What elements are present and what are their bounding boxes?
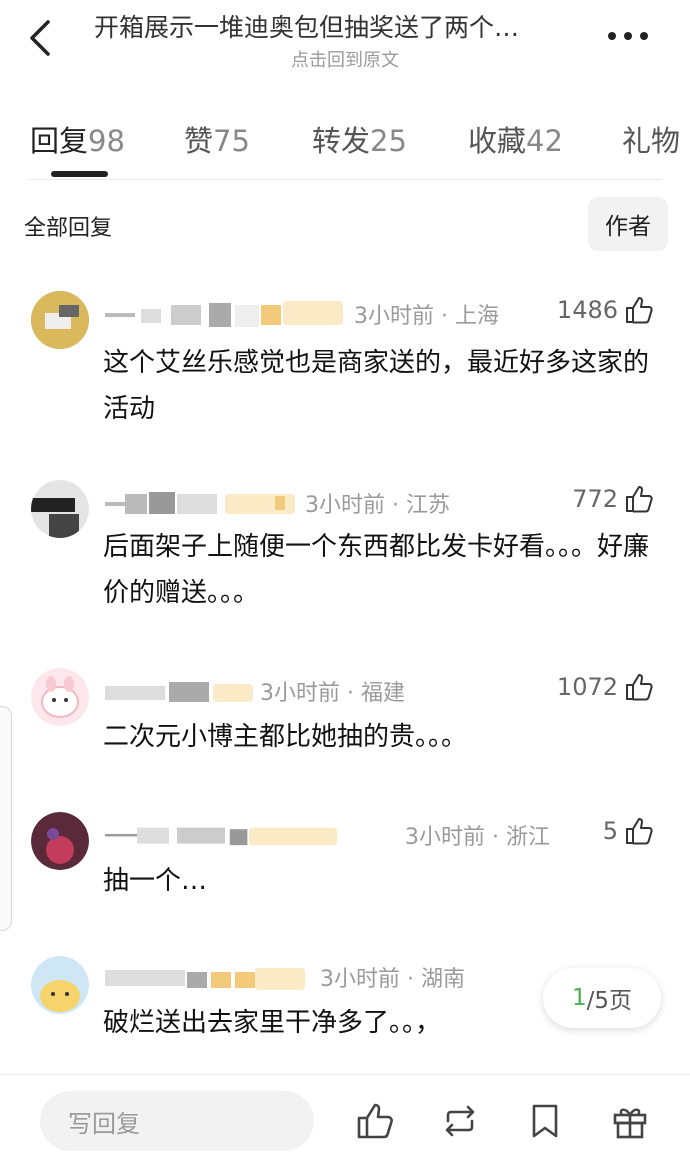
repost-icon[interactable]: [440, 1101, 480, 1141]
username-redacted[interactable]: [105, 820, 345, 848]
tab-count: 25: [370, 124, 407, 158]
tab-label: 转发: [312, 124, 371, 158]
avatar[interactable]: [31, 812, 89, 870]
tab-reposts[interactable]: 转发25: [312, 118, 407, 160]
like-count: 1486: [556, 296, 618, 324]
side-edge-handle[interactable]: [0, 706, 12, 931]
bookmark-icon[interactable]: [525, 1101, 565, 1141]
comment-text: 后面架子上随便一个东西都比发卡好看。。。好廉价的赠送。。。: [103, 532, 650, 608]
reply-input[interactable]: 写回复: [40, 1091, 314, 1151]
comment-meta: 3小时前 · 湖南: [320, 967, 465, 992]
tab-count: 42: [526, 124, 563, 158]
tab-favorites[interactable]: 收藏42: [468, 118, 563, 160]
tab-label: 收藏: [468, 124, 527, 158]
page-indicator[interactable]: 1/5页: [543, 968, 661, 1028]
comment-meta: 3小时前 · 浙江: [405, 825, 550, 850]
gift-icon[interactable]: [610, 1101, 650, 1141]
all-replies-label[interactable]: 全部回复: [24, 210, 112, 242]
tab-bar: 回复98 赞75 转发25 收藏42 礼物: [0, 104, 690, 180]
comment-text: 这个艾丝乐感觉也是商家送的，最近好多这家的活动: [103, 348, 650, 424]
tab-label: 回复: [30, 124, 89, 158]
back-to-original-link[interactable]: 点击回到原文: [0, 46, 690, 72]
avatar[interactable]: [31, 668, 89, 726]
bottom-action-bar: 写回复: [0, 1074, 690, 1171]
avatar[interactable]: [31, 956, 89, 1014]
like-count: 5: [602, 817, 618, 845]
comment-meta: 3小时前 · 上海: [354, 304, 499, 329]
top-nav-bar: 开箱展示一堆迪奥包但抽奖送了两个… 点击回到原文: [0, 0, 690, 90]
thumbs-up-icon: [626, 486, 653, 513]
like-button[interactable]: 1072: [557, 672, 654, 702]
thumbs-up-icon[interactable]: [355, 1101, 395, 1141]
thumbs-up-icon: [626, 818, 653, 845]
tabs-divider: [28, 179, 662, 180]
like-count: 772: [572, 485, 618, 513]
author-filter-button[interactable]: 作者: [588, 197, 668, 251]
comment-meta: 3小时前 · 福建: [260, 681, 405, 706]
username-redacted[interactable]: [105, 299, 345, 327]
post-title[interactable]: 开箱展示一堆迪奥包但抽奖送了两个…: [94, 8, 584, 44]
tab-likes[interactable]: 赞75: [184, 118, 250, 160]
tab-label: 礼物: [622, 124, 681, 158]
total-pages: /5页: [586, 988, 633, 1014]
thumbs-up-icon: [626, 674, 653, 701]
tab-count: 98: [88, 124, 125, 158]
tab-replies[interactable]: 回复98: [30, 118, 125, 160]
comment-meta: 3小时前 · 江苏: [305, 493, 450, 518]
comment-text: 二次元小博主都比她抽的贵。。。: [103, 722, 468, 752]
current-page: 1: [571, 985, 587, 1011]
like-button[interactable]: 1486: [557, 295, 654, 325]
comment-text: 抽一个…: [103, 866, 208, 896]
active-tab-indicator: [51, 171, 108, 177]
username-redacted[interactable]: [105, 962, 345, 990]
avatar[interactable]: [31, 291, 89, 349]
tab-label: 赞: [184, 124, 214, 158]
like-button[interactable]: 772: [572, 484, 654, 514]
like-button[interactable]: 5: [603, 816, 654, 846]
tab-count: 75: [213, 124, 250, 158]
like-count: 1072: [556, 673, 618, 701]
tab-gifts[interactable]: 礼物: [622, 118, 690, 160]
thumbs-up-icon: [626, 297, 653, 324]
more-options-icon[interactable]: [606, 28, 650, 44]
avatar[interactable]: [31, 480, 89, 538]
